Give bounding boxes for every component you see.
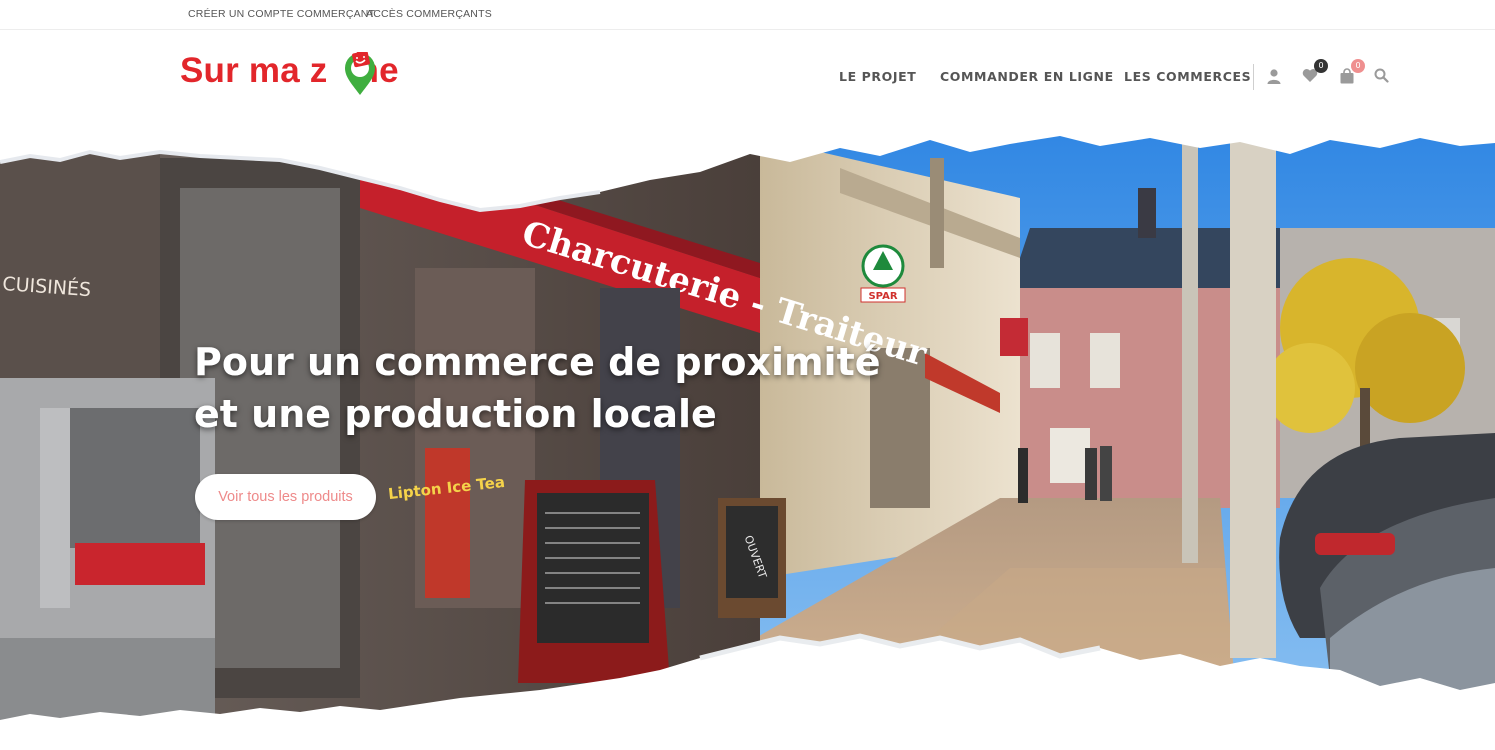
hero-heading-line-2: et une production locale [194,392,717,436]
cart-count-badge: 0 [1351,59,1365,73]
map-pin-basket-icon [345,52,375,95]
merchant-access-link[interactable]: ACCÈS COMMERÇANTS [366,8,492,20]
nav-divider [1253,64,1254,90]
user-icon[interactable] [1266,68,1282,89]
search-icon[interactable] [1374,68,1389,88]
nav-commander-en-ligne[interactable]: COMMANDER EN LIGNE [940,69,1114,84]
nav-le-projet[interactable]: LE PROJET [839,69,916,84]
view-all-products-button[interactable]: Voir tous les produits [195,474,376,520]
top-utility-bar: CRÉER UN COMPTE COMMERÇANT ACCÈS COMMERÇ… [0,0,1495,30]
site-logo[interactable]: Sur ma z ne [180,44,430,96]
hero-banner: SPAR Charcuterie - Traiteur Lipton Ice T… [0,118,1495,750]
hero-heading-line-1: Pour un commerce de proximité [194,340,881,384]
nav-les-commerces[interactable]: LES COMMERCES [1124,69,1251,84]
wishlist-count-badge: 0 [1314,59,1328,73]
spar-sign-text: SPAR [868,291,897,302]
main-header: Sur ma z ne LE PROJET COMMANDER EN LIGNE … [0,30,1495,118]
create-merchant-account-link[interactable]: CRÉER UN COMPTE COMMERÇANT [188,8,375,20]
hero-heading: Pour un commerce de proximité et une pro… [194,336,954,440]
